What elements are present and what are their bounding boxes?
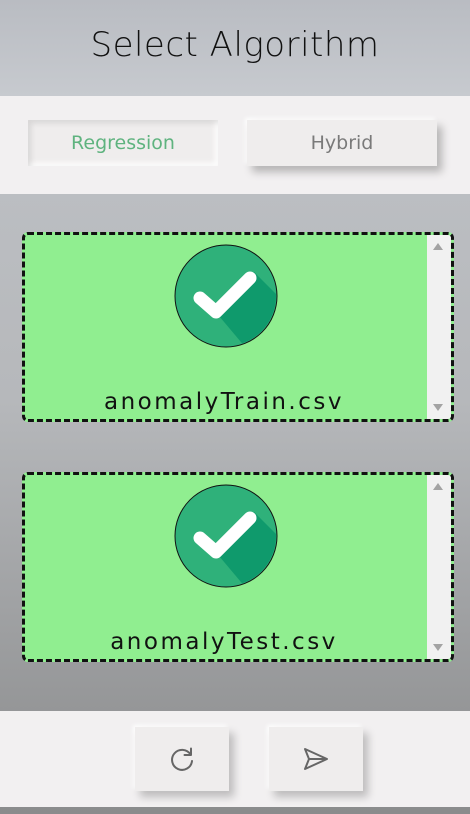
- send-icon: [304, 748, 328, 770]
- train-file-dropzone[interactable]: anomalyTrain.csv: [22, 232, 454, 422]
- footer: [0, 711, 470, 807]
- tab-regression[interactable]: Regression: [28, 120, 218, 166]
- check-circle-icon: [174, 484, 278, 588]
- refresh-icon: [171, 747, 193, 771]
- page-title: Select Algorithm: [90, 25, 380, 65]
- scrollbar[interactable]: [427, 475, 451, 659]
- check-circle-icon: [174, 244, 278, 348]
- train-file-name: anomalyTrain.csv: [104, 389, 344, 415]
- submit-button[interactable]: [269, 727, 363, 791]
- test-file-name: anomalyTest.csv: [110, 629, 338, 655]
- scroll-down-icon[interactable]: [433, 644, 443, 651]
- header: Select Algorithm: [0, 0, 470, 96]
- algorithm-tabs: Regression Hybrid: [0, 96, 470, 194]
- test-file-dropzone[interactable]: anomalyTest.csv: [22, 472, 454, 662]
- scroll-up-icon[interactable]: [433, 243, 443, 250]
- scrollbar[interactable]: [427, 235, 451, 419]
- reset-button[interactable]: [135, 727, 229, 791]
- scroll-down-icon[interactable]: [433, 404, 443, 411]
- scroll-up-icon[interactable]: [433, 483, 443, 490]
- tab-hybrid[interactable]: Hybrid: [247, 120, 437, 166]
